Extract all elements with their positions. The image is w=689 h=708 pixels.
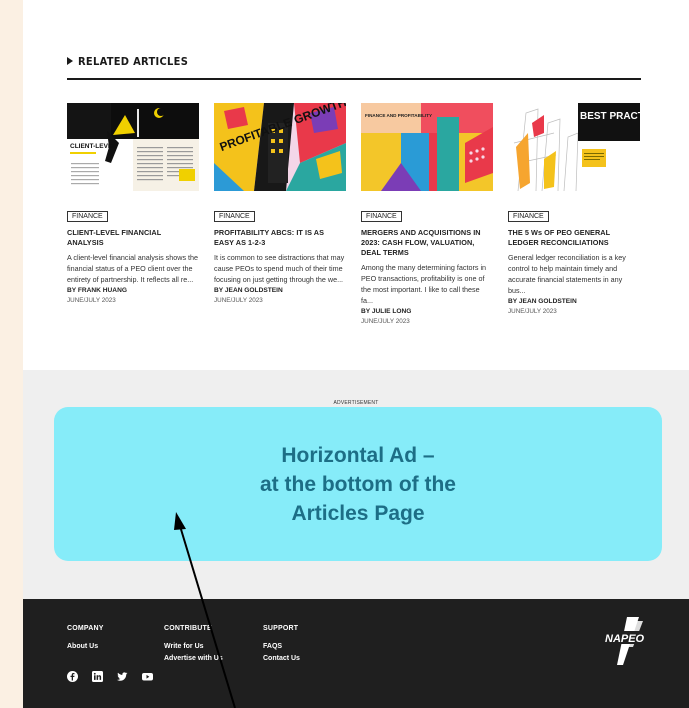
articles-page: RELATED ARTICLES CLIENT-LEVEL FINANCE CL… <box>23 0 689 708</box>
annotation-arrow <box>174 512 236 708</box>
